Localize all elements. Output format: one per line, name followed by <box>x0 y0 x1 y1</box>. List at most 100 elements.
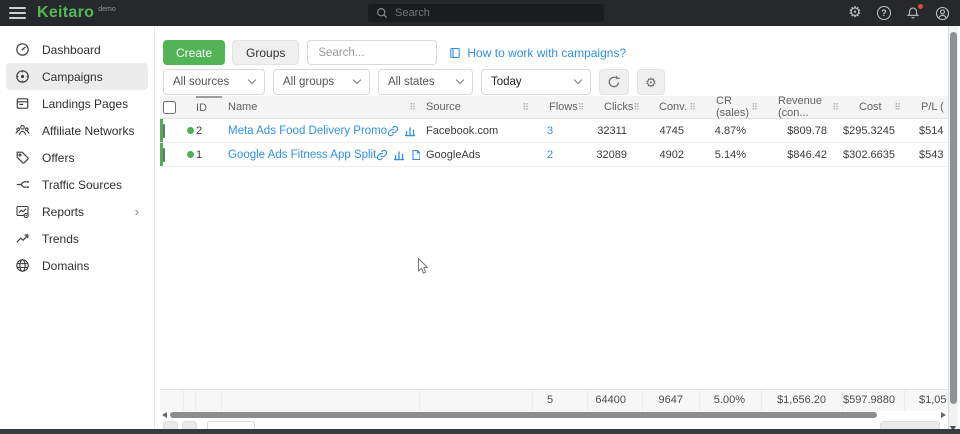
global-search-input[interactable] <box>395 7 575 19</box>
sidebar-item-trends[interactable]: Trends <box>6 225 148 252</box>
campaign-name-link[interactable]: Google Ads Fitness App Split <box>228 149 376 161</box>
campaign-source: Facebook.com <box>420 125 533 137</box>
column-header-revenue[interactable]: Revenue (con...⠿ <box>762 96 843 118</box>
help-icon[interactable]: ? <box>876 5 892 21</box>
scroll-right-arrow-icon[interactable] <box>941 412 946 418</box>
clicks-value: 32311 <box>588 125 643 137</box>
global-search[interactable] <box>368 4 604 22</box>
drag-handle-icon[interactable]: ⠿ <box>409 102 416 113</box>
traffic-sources-icon <box>14 177 30 193</box>
topbar: Keitaro demo ⚙ ? <box>0 0 960 26</box>
totals-cost: $597.9880 <box>843 390 905 411</box>
totals-row: 5 64400 9647 5.00% $1,656.20 $597.9880 $… <box>160 389 948 411</box>
vertical-scrollbar-thumb[interactable] <box>950 32 957 404</box>
sidebar-item-landings-pages[interactable]: Landings Pages <box>6 90 148 117</box>
cr-value: 4.87% <box>700 125 762 137</box>
sidebar-item-affiliate-networks[interactable]: Affiliate Networks <box>6 117 148 144</box>
refresh-icon <box>607 75 621 89</box>
sidebar-item-domains[interactable]: Domains <box>6 252 148 279</box>
drag-handle-icon[interactable]: ⠿ <box>832 102 839 113</box>
drag-handle-icon[interactable]: ⠿ <box>522 102 529 113</box>
sidebar-item-reports[interactable]: Reports › <box>6 198 148 225</box>
sidebar-item-dashboard[interactable]: Dashboard <box>6 36 148 63</box>
column-header-conv[interactable]: Conv.⠿ <box>643 96 700 118</box>
scroll-left-arrow-icon[interactable] <box>162 412 167 418</box>
horizontal-scrollbar-thumb[interactable] <box>170 412 877 418</box>
drag-handle-icon[interactable]: ⠿ <box>633 102 640 113</box>
campaign-source: GoogleAds <box>420 149 533 161</box>
totals-clicks: 64400 <box>588 390 643 411</box>
chevron-down-icon <box>353 76 361 84</box>
column-header-cr-sales[interactable]: CR (sales)⠿ <box>700 96 762 118</box>
sidebar-item-traffic-sources[interactable]: Traffic Sources <box>6 171 148 198</box>
table-settings-button[interactable]: ⚙ <box>637 69 665 95</box>
row-checkbox[interactable] <box>163 148 165 162</box>
drag-handle-icon[interactable]: ⠿ <box>751 102 758 113</box>
status-active-dot <box>187 127 194 134</box>
select-all-checkbox[interactable] <box>163 101 176 114</box>
campaign-stats-icon[interactable] <box>404 125 416 137</box>
help-campaigns-link[interactable]: How to work with campaigns? <box>449 46 626 60</box>
campaign-search-input[interactable] <box>307 40 437 65</box>
app-logo: Keitaro <box>37 0 94 26</box>
campaign-name-link[interactable]: Meta Ads Food Delivery Promo <box>228 125 387 137</box>
sidebar: Dashboard Campaigns Landings Pages Affil… <box>0 26 155 434</box>
row-checkbox[interactable] <box>163 124 165 138</box>
sidebar-item-offers[interactable]: Offers <box>6 144 148 171</box>
campaign-note-icon[interactable] <box>410 149 420 161</box>
column-header-clicks[interactable]: Clicks⠿ <box>588 96 643 118</box>
totals-revenue: $1,656.20 <box>762 390 843 411</box>
column-header-id[interactable]: ID <box>196 96 222 118</box>
vertical-scrollbar <box>948 26 958 434</box>
flows-count-link[interactable]: 3 <box>547 125 553 137</box>
campaign-link-icon[interactable] <box>387 125 399 137</box>
column-header-pl[interactable]: P/L ( <box>905 96 948 118</box>
sources-filter-select[interactable]: All sources <box>163 69 265 95</box>
notifications-bell-icon[interactable] <box>905 5 921 21</box>
create-button[interactable]: Create <box>163 40 225 65</box>
refresh-button[interactable] <box>599 69 629 95</box>
dashboard-icon <box>14 42 30 58</box>
reports-icon <box>14 204 30 220</box>
groups-filter-select[interactable]: All groups <box>273 69 370 95</box>
states-filter-select[interactable]: All states <box>378 69 473 95</box>
sidebar-item-campaigns[interactable]: Campaigns <box>6 63 148 90</box>
chevron-down-icon <box>248 76 256 84</box>
cr-value: 5.14% <box>700 149 762 161</box>
submenu-chevron-icon: › <box>135 204 139 219</box>
campaign-stats-icon[interactable] <box>393 149 405 161</box>
totals-cr: 5.00% <box>700 390 762 411</box>
drag-handle-icon[interactable]: ⠿ <box>894 102 901 113</box>
campaign-link-icon[interactable] <box>376 149 388 161</box>
trends-icon <box>14 231 30 247</box>
filter-bar: All sources All groups All states Today … <box>163 69 665 95</box>
settings-gear-icon[interactable]: ⚙ <box>847 5 863 21</box>
date-range-select[interactable]: Today <box>481 69 591 95</box>
flows-count-link[interactable]: 2 <box>547 149 553 161</box>
totals-pl: $1,05 <box>905 390 948 411</box>
column-header-flows[interactable]: Flows⠿ <box>533 96 588 118</box>
table-row: 2 Meta Ads Food Delivery Promo ··· Faceb… <box>160 119 948 143</box>
logo-demo-badge: demo <box>98 6 116 13</box>
column-header-cost[interactable]: Cost⠿ <box>843 96 905 118</box>
drag-handle-icon[interactable]: ⠿ <box>689 102 696 113</box>
drag-handle-icon[interactable]: ⠿ <box>578 102 585 113</box>
groups-button[interactable]: Groups <box>232 40 299 65</box>
column-header-name[interactable]: Name⠿ <box>222 96 420 118</box>
revenue-value: $846.42 <box>762 149 843 161</box>
column-header-source[interactable]: Source⠿ <box>420 96 533 118</box>
user-account-icon[interactable] <box>934 5 950 21</box>
book-icon <box>449 47 461 59</box>
main-content: Create Groups How to work with campaigns… <box>156 26 948 434</box>
campaign-id: 1 <box>196 149 222 161</box>
domains-globe-icon <box>14 258 30 274</box>
totals-flows: 5 <box>533 390 588 411</box>
revenue-value: $809.78 <box>762 125 843 137</box>
window-bottom-edge <box>0 429 960 434</box>
hamburger-menu-icon[interactable] <box>9 7 26 19</box>
table-header-row: ID Name⠿ Source⠿ Flows⠿ Clicks⠿ Conv.⠿ C… <box>160 96 948 119</box>
conversions-value: 4902 <box>643 149 700 161</box>
horizontal-scrollbar <box>160 411 948 420</box>
campaigns-target-icon <box>14 69 30 85</box>
offers-tag-icon <box>14 150 30 166</box>
